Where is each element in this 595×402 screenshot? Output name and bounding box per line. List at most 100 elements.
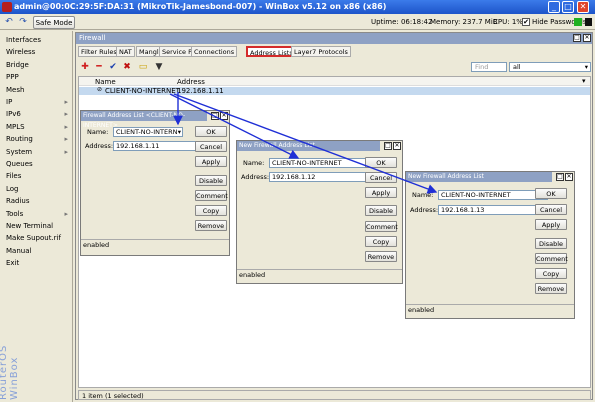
minimize-icon[interactable]: _	[548, 1, 560, 13]
table-row[interactable]: ⊘ CLIENT-NO-INTERNET 192.168.1.11	[79, 86, 590, 95]
cancel-button[interactable]: Cancel	[535, 204, 567, 215]
find-input[interactable]: Find	[471, 62, 507, 72]
name-label: Name:	[243, 159, 265, 167]
comment-icon[interactable]: ▭	[137, 61, 149, 73]
table-header: Name Address ▾	[79, 77, 590, 86]
restore-icon[interactable]: □	[556, 173, 564, 181]
sidebar-item[interactable]: Bridge	[6, 59, 72, 71]
sidebar-item[interactable]: Log	[6, 183, 72, 195]
sidebar-item[interactable]: Wireless	[6, 46, 72, 58]
comment-button[interactable]: Comment	[195, 190, 228, 201]
copy-button[interactable]: Copy	[195, 205, 227, 216]
address-list-dialog: New Firewall Address List □ ✕ Name: CLIENT-N…	[236, 140, 403, 284]
tab-nat[interactable]: NAT	[116, 46, 135, 57]
sidebar-item[interactable]: Mesh	[6, 84, 72, 96]
restore-icon[interactable]: □	[384, 142, 392, 150]
sidebar-item[interactable]: Manual	[6, 245, 72, 257]
close-icon[interactable]: ✕	[583, 34, 591, 42]
ok-button[interactable]: OK	[535, 188, 567, 199]
address-input[interactable]: 192.168.1.11	[113, 141, 201, 151]
sidebar-item[interactable]: Radius	[6, 195, 72, 207]
comment-button[interactable]: Comment	[365, 221, 398, 232]
remove-button[interactable]: Remove	[195, 220, 227, 231]
disable-icon[interactable]: ✖	[121, 61, 133, 73]
disable-button[interactable]: Disable	[535, 238, 567, 249]
sidebar-item-label: Interfaces	[6, 36, 41, 44]
enable-icon[interactable]: ✔	[107, 61, 119, 73]
dialog-status: enabled	[81, 239, 229, 249]
undo-icon[interactable]: ↶	[3, 16, 15, 28]
sidebar-item[interactable]: Make Supout.rif	[6, 232, 72, 244]
submenu-arrow-icon: ▸	[64, 147, 68, 156]
sidebar-item-label: System	[6, 147, 33, 156]
tab-connections[interactable]: Connections	[191, 46, 238, 57]
close-icon[interactable]: ✕	[577, 1, 589, 13]
sidebar-item[interactable]: Queues	[6, 158, 72, 170]
sidebar-item[interactable]: PPP	[6, 71, 72, 83]
sidebar-item[interactable]: Exit	[6, 257, 72, 269]
window-title: admin@00:0C:29:5F:DA:31 (MikroTik-Jamesb…	[14, 2, 387, 11]
redo-icon[interactable]: ↷	[17, 16, 29, 28]
disable-button[interactable]: Disable	[365, 205, 397, 216]
cancel-button[interactable]: Cancel	[195, 141, 227, 152]
sidebar-item-label: Exit	[6, 259, 20, 268]
tab-layer7-protocols[interactable]: Layer7 Protocols	[291, 46, 351, 57]
tab-address-lists[interactable]: Address Lists	[246, 46, 297, 57]
sidebar-item-label: Bridge	[6, 60, 29, 69]
apply-button[interactable]: Apply	[535, 219, 567, 230]
sidebar-item[interactable]: Tools ▸	[6, 208, 72, 220]
name-label: Name:	[87, 128, 109, 136]
column-header-address[interactable]: Address	[177, 78, 205, 86]
tab-filter-rules[interactable]: Filter Rules	[78, 46, 120, 57]
close-icon[interactable]: ✕	[220, 112, 228, 120]
app-icon	[2, 2, 12, 12]
dialog-title: New Firewall Address List	[406, 172, 552, 182]
copy-button[interactable]: Copy	[535, 268, 567, 279]
apply-button[interactable]: Apply	[195, 156, 227, 167]
sidebar-item[interactable]: Interfaces	[6, 34, 72, 46]
row-name: CLIENT-NO-INTERNET	[105, 87, 180, 95]
name-select[interactable]: CLIENT-NO-INTERNET▾	[438, 190, 548, 200]
cancel-button[interactable]: Cancel	[365, 172, 397, 183]
sidebar-item-label: Wireless	[6, 48, 36, 57]
name-label: Name:	[412, 191, 434, 199]
cpu-readout: CPU: 1%	[493, 18, 523, 26]
sidebar-item[interactable]: Files	[6, 170, 72, 182]
comment-button[interactable]: Comment	[535, 253, 568, 264]
disable-button[interactable]: Disable	[195, 175, 227, 186]
sidebar-item[interactable]: System ▸	[6, 146, 72, 158]
sidebar-item[interactable]: New Terminal	[6, 220, 72, 232]
filter-select[interactable]: all ▾	[509, 62, 591, 72]
add-icon[interactable]: ✚	[79, 61, 91, 73]
ok-button[interactable]: OK	[195, 126, 227, 137]
brand-logo: RouterOS WinBox	[0, 344, 20, 400]
sidebar-item[interactable]: IPv6 ▸	[6, 108, 72, 120]
maximize-icon[interactable]: □	[562, 1, 574, 13]
column-menu-icon[interactable]: ▾	[582, 77, 586, 85]
hide-passwords-checkbox[interactable]: ✔	[522, 18, 530, 26]
close-icon[interactable]: ✕	[393, 142, 401, 150]
dialog-status: enabled	[237, 269, 402, 279]
remove-icon[interactable]: ━	[93, 61, 105, 73]
close-icon[interactable]: ✕	[565, 173, 573, 181]
filter-icon[interactable]: ▼	[153, 61, 165, 73]
column-header-name[interactable]: Name	[95, 78, 116, 86]
name-select[interactable]: CLIENT-NO-INTERN ▾	[113, 127, 183, 137]
apply-button[interactable]: Apply	[365, 187, 397, 198]
toolbar: ↶ ↷ Safe Mode Uptime: 06:18:42 Memory: 2…	[0, 14, 595, 30]
remove-button[interactable]: Remove	[535, 283, 567, 294]
window-title-bar: admin@00:0C:29:5F:DA:31 (MikroTik-Jamesb…	[0, 0, 595, 14]
ok-button[interactable]: OK	[365, 157, 397, 168]
dialog-title: New Firewall Address List	[237, 141, 380, 151]
sidebar-item[interactable]: Routing ▸	[6, 133, 72, 145]
name-select[interactable]: CLIENT-NO-INTERNET▾	[269, 158, 379, 168]
safe-mode-button[interactable]: Safe Mode	[33, 16, 75, 29]
chevron-down-icon: ▾	[584, 63, 588, 71]
copy-button[interactable]: Copy	[365, 236, 397, 247]
remove-button[interactable]: Remove	[365, 251, 397, 262]
restore-icon[interactable]: □	[573, 34, 581, 42]
submenu-arrow-icon: ▸	[64, 209, 68, 218]
sidebar-item[interactable]: IP ▸	[6, 96, 72, 108]
restore-icon[interactable]: □	[211, 112, 219, 120]
sidebar-item[interactable]: MPLS ▸	[6, 121, 72, 133]
